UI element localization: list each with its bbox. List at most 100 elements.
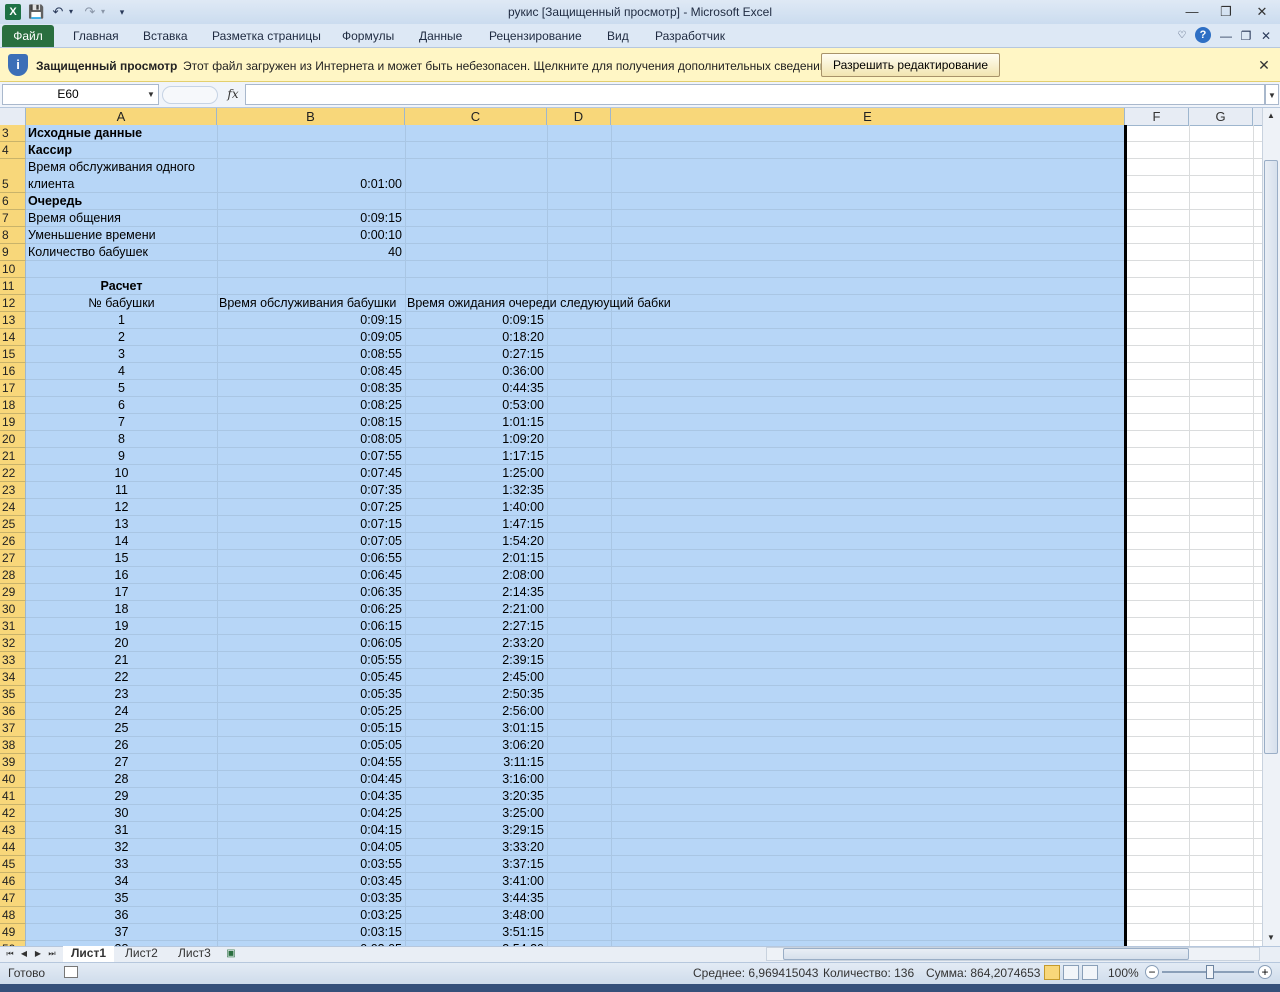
cell-b[interactable]: 0:06:15 bbox=[217, 618, 405, 635]
row-header[interactable]: 8 bbox=[0, 227, 26, 244]
cell-b[interactable]: 0:05:05 bbox=[217, 737, 405, 754]
scroll-up-icon[interactable]: ▲ bbox=[1262, 108, 1280, 124]
name-box-dropdown-icon[interactable]: ▼ bbox=[145, 85, 157, 104]
cell-a[interactable]: 14 bbox=[26, 533, 217, 550]
cell-a[interactable]: 37 bbox=[26, 924, 217, 941]
cell-a[interactable]: 7 bbox=[26, 414, 217, 431]
tab-home[interactable]: Главная bbox=[73, 25, 119, 47]
column-header-g[interactable]: G bbox=[1189, 108, 1253, 125]
cell-c[interactable]: 0:53:00 bbox=[405, 397, 547, 414]
row-header[interactable]: 42 bbox=[0, 805, 26, 822]
cell-a[interactable]: 4 bbox=[26, 363, 217, 380]
cell-c[interactable]: 0:44:35 bbox=[405, 380, 547, 397]
row-header[interactable]: 23 bbox=[0, 482, 26, 499]
vertical-scroll-thumb[interactable] bbox=[1264, 160, 1278, 754]
sheet-tab-1[interactable]: Лист1 bbox=[63, 946, 115, 962]
row-header[interactable]: 40 bbox=[0, 771, 26, 788]
row-header[interactable]: 28 bbox=[0, 567, 26, 584]
save-icon[interactable]: 💾 bbox=[28, 3, 44, 21]
cell-b[interactable]: 0:03:25 bbox=[217, 907, 405, 924]
sheet-tab-3[interactable]: Лист3 bbox=[170, 946, 219, 962]
cell-a[interactable]: Расчет bbox=[26, 278, 217, 295]
row-header[interactable]: 4 bbox=[0, 142, 26, 159]
row-header[interactable]: 45 bbox=[0, 856, 26, 873]
row-header[interactable]: 32 bbox=[0, 635, 26, 652]
cell-a[interactable]: 35 bbox=[26, 890, 217, 907]
tab-formulas[interactable]: Формулы bbox=[342, 25, 394, 47]
cell-b[interactable]: 0:06:45 bbox=[217, 567, 405, 584]
row-header[interactable]: 20 bbox=[0, 431, 26, 448]
cell-b[interactable]: Время обслуживания бабушки bbox=[217, 295, 396, 312]
cell-a[interactable]: 23 bbox=[26, 686, 217, 703]
cell-c[interactable]: 0:09:15 bbox=[405, 312, 547, 329]
cell-c[interactable]: 1:54:20 bbox=[405, 533, 547, 550]
cell-c[interactable]: 3:01:15 bbox=[405, 720, 547, 737]
cell-b[interactable]: 0:03:35 bbox=[217, 890, 405, 907]
cell-b[interactable]: 0:04:45 bbox=[217, 771, 405, 788]
row-header[interactable]: 5 bbox=[0, 176, 26, 193]
tab-insert[interactable]: Вставка bbox=[143, 25, 188, 47]
row-header[interactable]: 30 bbox=[0, 601, 26, 618]
redo-dropdown-icon[interactable]: ▾ bbox=[98, 3, 108, 21]
close-window-icon[interactable]: ✕ bbox=[1249, 2, 1275, 22]
workbook-close-icon[interactable]: ✕ bbox=[1257, 26, 1275, 46]
row-header[interactable]: 29 bbox=[0, 584, 26, 601]
selected-range[interactable] bbox=[26, 176, 1125, 193]
restore-icon[interactable]: ❐ bbox=[1213, 2, 1239, 22]
column-header-b[interactable]: B bbox=[217, 108, 405, 125]
undo-dropdown-icon[interactable]: ▾ bbox=[66, 3, 76, 21]
cell-a[interactable]: 33 bbox=[26, 856, 217, 873]
help-icon[interactable]: ? bbox=[1195, 27, 1211, 43]
workbook-restore-icon[interactable]: ❐ bbox=[1237, 26, 1255, 46]
cell-a[interactable]: Количество бабушек bbox=[26, 244, 148, 261]
row-header[interactable]: 49 bbox=[0, 924, 26, 941]
cell-b[interactable]: 0:08:25 bbox=[217, 397, 405, 414]
row-header[interactable]: 26 bbox=[0, 533, 26, 550]
cell-a[interactable]: 6 bbox=[26, 397, 217, 414]
cell-a[interactable]: 15 bbox=[26, 550, 217, 567]
insert-function-icon[interactable]: fx bbox=[224, 85, 242, 104]
column-header-f[interactable]: F bbox=[1125, 108, 1189, 125]
workbook-minimize-icon[interactable]: — bbox=[1217, 26, 1235, 46]
cell-a[interactable]: 29 bbox=[26, 788, 217, 805]
cell-a[interactable]: 9 bbox=[26, 448, 217, 465]
row-header[interactable]: 46 bbox=[0, 873, 26, 890]
excel-logo-icon[interactable]: X bbox=[5, 4, 21, 20]
horizontal-scroll-thumb[interactable] bbox=[783, 948, 1189, 960]
cell-b[interactable]: 0:03:15 bbox=[217, 924, 405, 941]
cell-a[interactable]: 20 bbox=[26, 635, 217, 652]
row-header[interactable]: 34 bbox=[0, 669, 26, 686]
cell-c[interactable]: 1:40:00 bbox=[405, 499, 547, 516]
cell-c[interactable]: 3:29:15 bbox=[405, 822, 547, 839]
normal-view-icon[interactable] bbox=[1044, 965, 1060, 980]
row-header[interactable]: 38 bbox=[0, 737, 26, 754]
macro-record-icon[interactable] bbox=[64, 966, 78, 978]
cell-b[interactable]: 0:04:35 bbox=[217, 788, 405, 805]
row-header[interactable]: 18 bbox=[0, 397, 26, 414]
cell-c[interactable]: 3:41:00 bbox=[405, 873, 547, 890]
cell-b[interactable]: 0:06:55 bbox=[217, 550, 405, 567]
cell-c[interactable]: 0:36:00 bbox=[405, 363, 547, 380]
cell-a[interactable]: 24 bbox=[26, 703, 217, 720]
name-box-value[interactable]: E60 bbox=[3, 85, 133, 104]
cell-c[interactable]: 3:25:00 bbox=[405, 805, 547, 822]
row-header[interactable]: 17 bbox=[0, 380, 26, 397]
cell-c[interactable]: 1:32:35 bbox=[405, 482, 547, 499]
row-header[interactable]: 6 bbox=[0, 193, 26, 210]
cell-a[interactable]: 28 bbox=[26, 771, 217, 788]
cell-b[interactable]: 0:03:45 bbox=[217, 873, 405, 890]
cell-c[interactable]: 1:47:15 bbox=[405, 516, 547, 533]
cell-a[interactable]: 3 bbox=[26, 346, 217, 363]
cell-a[interactable]: клиента bbox=[26, 176, 74, 193]
cell-a[interactable]: Время обслуживания одного bbox=[26, 159, 195, 176]
selected-range[interactable] bbox=[26, 210, 1125, 227]
cell-b[interactable]: 0:06:05 bbox=[217, 635, 405, 652]
status-sum[interactable]: Сумма: 864,2074653 bbox=[926, 965, 1040, 981]
cell-a[interactable]: 32 bbox=[26, 839, 217, 856]
cell-b[interactable]: 0:09:15 bbox=[217, 210, 405, 227]
cell-b[interactable]: 0:04:25 bbox=[217, 805, 405, 822]
column-header-d[interactable]: D bbox=[547, 108, 611, 125]
cell-c[interactable]: 2:39:15 bbox=[405, 652, 547, 669]
cell-b[interactable]: 40 bbox=[217, 244, 405, 261]
cell-c[interactable]: 1:09:20 bbox=[405, 431, 547, 448]
